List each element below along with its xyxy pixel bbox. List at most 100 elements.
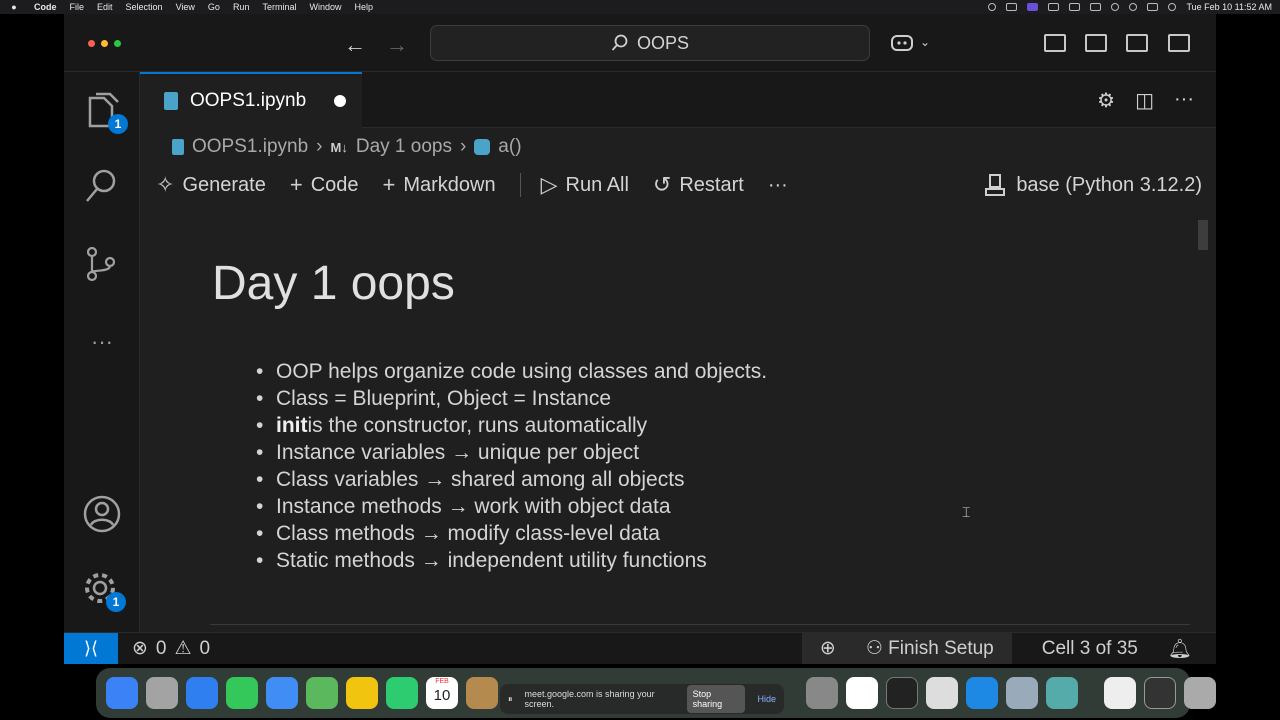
python-icon [474, 139, 491, 155]
restart-button[interactable]: ↺ Restart [653, 172, 744, 198]
contacts-icon[interactable] [466, 677, 498, 709]
search-icon [611, 34, 628, 51]
toolbar-more-button[interactable]: ··· [768, 174, 788, 197]
finder-icon[interactable] [106, 677, 138, 709]
window-controls [88, 40, 121, 47]
menu-selection[interactable]: Selection [126, 2, 163, 12]
problems-indicator[interactable]: ⊗ 0 ⚠ 0 [132, 637, 210, 660]
zoom-icon[interactable]: ⊕ [820, 637, 836, 660]
record-icon[interactable] [988, 3, 997, 11]
minimize-window-button[interactable] [101, 40, 108, 47]
stop-sharing-button[interactable]: Stop sharing [686, 685, 746, 713]
screen-mirror-icon[interactable] [1006, 3, 1018, 11]
list-item: • Class methods → modify class-level data [256, 522, 660, 545]
menu-run[interactable]: Run [233, 2, 250, 12]
facetime-icon[interactable] [386, 677, 418, 709]
battery-icon[interactable] [1090, 3, 1102, 11]
search-icon[interactable] [82, 166, 122, 206]
maps-icon[interactable] [306, 677, 338, 709]
forward-arrow-icon[interactable]: → [386, 32, 408, 58]
menu-view[interactable]: View [176, 2, 195, 12]
apple-icon[interactable]: ● [8, 2, 20, 12]
siri-icon[interactable] [1168, 3, 1177, 11]
run-all-button[interactable]: ▷ Run All [541, 172, 629, 198]
control-center-icon[interactable] [1147, 3, 1159, 11]
kernel-picker[interactable]: base (Python 3.12.2) [984, 173, 1202, 197]
scrollbar-thumb[interactable] [1198, 220, 1208, 250]
terminal-icon[interactable] [886, 677, 918, 709]
error-icon: ⊗ [132, 638, 148, 659]
sparkle-icon: ✧ [156, 172, 175, 197]
split-editor-icon[interactable]: ◫ [1135, 88, 1154, 113]
code-label: Code [310, 173, 359, 196]
remote-indicator-icon[interactable]: ⟩⟨ [64, 632, 118, 664]
photos-icon[interactable] [346, 677, 378, 709]
editor-tabs: OOPS1.ipynb ⚙ ◫ ··· [140, 72, 1216, 128]
customize-layout-icon[interactable] [1044, 34, 1066, 52]
toggle-panel-icon[interactable] [1126, 34, 1148, 52]
command-center-search[interactable]: OOPS [430, 25, 870, 61]
trash-icon[interactable] [1184, 677, 1216, 709]
cell-position[interactable]: Cell 3 of 35 [1042, 638, 1138, 660]
menu-help[interactable]: Help [354, 2, 373, 12]
breadcrumb-symbol[interactable]: a() [498, 136, 521, 158]
more-actions-icon[interactable]: ··· [1174, 88, 1194, 113]
menu-file[interactable]: File [70, 2, 85, 12]
unsaved-dot-icon[interactable] [334, 95, 347, 107]
spotlight-icon[interactable] [1129, 3, 1138, 11]
volume-icon[interactable] [1069, 3, 1081, 11]
vscode-icon[interactable] [966, 677, 998, 709]
menu-window[interactable]: Window [309, 2, 341, 12]
back-arrow-icon[interactable]: ← [344, 32, 366, 58]
plus-icon: + [289, 172, 303, 197]
bell-icon[interactable]: 🔔︎ [1168, 637, 1192, 661]
safari-icon[interactable] [186, 677, 218, 709]
accounts-icon[interactable] [82, 494, 122, 534]
status-bar: ⟩⟨ ⊗ 0 ⚠ 0 ⊕ ⚇ Finish Setup Cell 3 of 35… [64, 632, 1216, 664]
toolbar-divider [519, 173, 521, 197]
generate-button[interactable]: ✧ Generate [156, 172, 266, 198]
quicktime-icon[interactable] [1046, 677, 1078, 709]
menu-go[interactable]: Go [208, 2, 220, 12]
copilot-menu[interactable]: ⌄ [890, 32, 930, 52]
screenshot-stack-icon[interactable] [1144, 677, 1176, 709]
toggle-primary-sidebar-icon[interactable] [1085, 34, 1107, 52]
menu-edit[interactable]: Edit [97, 2, 113, 12]
display-icon[interactable] [1048, 3, 1060, 11]
explorer-icon[interactable]: 1 [82, 92, 128, 134]
breadcrumb-file[interactable]: OOPS1.ipynb [192, 136, 308, 158]
list-item: • Class = Blueprint, Object = Instance [256, 387, 612, 410]
launchpad-icon[interactable] [146, 677, 178, 709]
hide-banner-button[interactable]: Hide [757, 694, 776, 704]
document-icon[interactable] [1104, 677, 1136, 709]
menu-app-name[interactable]: Code [34, 2, 57, 12]
chrome-icon[interactable] [846, 677, 878, 709]
add-code-cell-button[interactable]: + Code [290, 172, 359, 198]
list-item: • Instance methods → work with object dat… [256, 495, 671, 518]
zoom-window-button[interactable] [114, 40, 121, 47]
text-cursor-icon: ⌶ [962, 504, 971, 520]
mail-icon[interactable] [266, 677, 298, 709]
chevron-down-icon: ⌄ [920, 35, 931, 49]
wifi-icon[interactable] [1111, 3, 1120, 11]
add-markdown-cell-button[interactable]: + Markdown [383, 172, 496, 198]
toggle-secondary-sidebar-icon[interactable] [1168, 34, 1190, 52]
close-window-button[interactable] [88, 40, 95, 47]
menubar-clock[interactable]: Tue Feb 10 11:52 AM [1186, 2, 1272, 12]
breadcrumb-section[interactable]: Day 1 oops [356, 136, 452, 158]
gear-icon[interactable]: ⚙ [1097, 88, 1115, 113]
menu-terminal[interactable]: Terminal [262, 2, 296, 12]
preview-icon[interactable] [1006, 677, 1038, 709]
settings-badge: 1 [106, 592, 126, 612]
source-control-icon[interactable] [82, 244, 122, 284]
calendar-icon[interactable]: FEB 10 [426, 677, 458, 709]
more-views-icon[interactable]: ··· [82, 322, 122, 362]
screen-share-icon[interactable] [1027, 3, 1039, 11]
finish-setup-button[interactable]: ⚇ Finish Setup [866, 637, 994, 660]
messages-icon[interactable] [226, 677, 258, 709]
hidden-app-icon[interactable] [806, 677, 838, 709]
textedit-icon[interactable] [926, 677, 958, 709]
notebook-editor[interactable]: Day 1 oops • OOP helps organize code usin… [140, 206, 1216, 632]
tab-oops1-ipynb[interactable]: OOPS1.ipynb [140, 72, 362, 128]
manage-gear-icon[interactable]: 1 [82, 570, 126, 612]
